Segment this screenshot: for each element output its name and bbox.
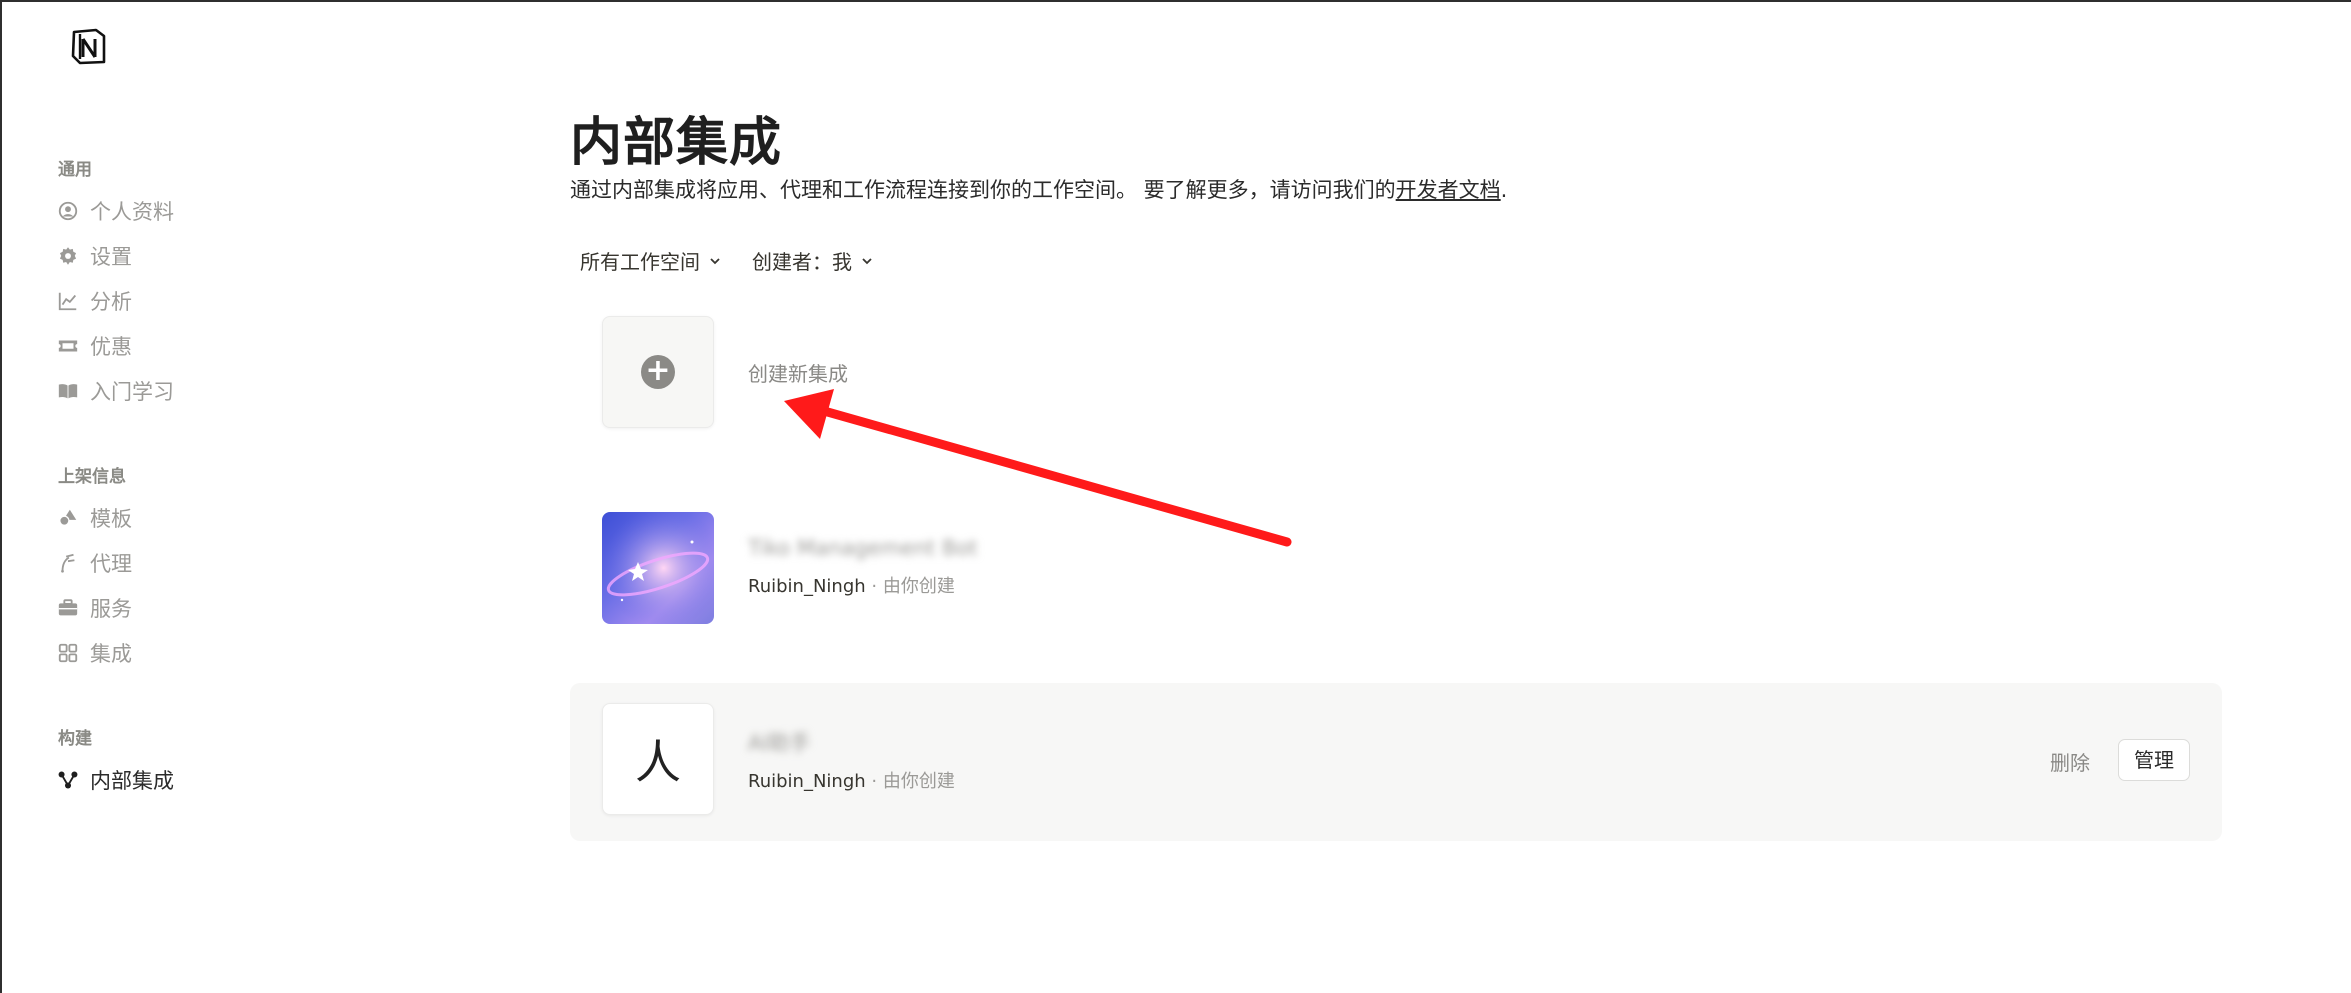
integration-name: AI助手 [748,731,811,755]
owner-name: Ruibin_Ningh [748,576,866,597]
sidebar-item-internal-integrations[interactable]: 内部集成 [56,757,356,802]
book-icon [56,379,80,403]
chart-line-icon [56,289,80,313]
settings-sidebar: 通用 个人资料 设置 分析 优惠 入门学习 上架信息 模板 代理 服务 集成 构… [56,152,356,802]
sidebar-item-label: 设置 [90,244,132,269]
delete-button[interactable]: 删除 [2050,747,2090,776]
integration-glyph: 人 [635,735,681,789]
manage-button[interactable]: 管理 [2118,739,2190,781]
integration-row[interactable]: Tiko Management Bot Ruibin_Ningh · 由你创建 [570,492,2222,650]
page-subtitle: 通过内部集成将应用、代理和工作流程连接到你的工作空间。 要了解更多，请访问我们的… [570,174,1507,204]
create-integration-label: 创建新集成 [748,361,848,386]
integration-name: Tiko Management Bot [748,536,978,560]
sidebar-item-label: 入门学习 [90,379,174,404]
page-title: 内部集成 [570,113,783,173]
subtitle-period: . [1500,178,1508,202]
developer-docs-link[interactable]: 开发者文档 [1396,178,1501,202]
workspace-filter-dropdown[interactable]: 所有工作空间 [580,246,722,275]
sidebar-item-label: 内部集成 [90,768,174,793]
sidebar-item-learning[interactable]: 入门学习 [56,368,356,413]
sidebar-item-integrations[interactable]: 集成 [56,630,356,675]
integration-moon-image [602,512,714,624]
integration-owner: Ruibin_Ningh · 由你创建 [748,767,955,793]
sidebar-item-templates[interactable]: 模板 [56,495,356,540]
created-by-you: · 由你创建 [865,576,955,597]
section-title-build: 构建 [58,729,92,749]
created-by-you: · 由你创建 [865,771,955,792]
sidebar-item-offers[interactable]: 优惠 [56,323,356,368]
create-integration-tile[interactable]: + [602,316,714,428]
chevron-down-icon [710,257,720,264]
sidebar-item-label: 个人资料 [90,199,174,224]
notion-logo-icon[interactable] [68,26,108,66]
sidebar-item-agents[interactable]: 代理 [56,540,356,585]
sidebar-item-analytics[interactable]: 分析 [56,278,356,323]
create-integration-button[interactable]: + 创建新集成 [602,316,848,428]
chevron-down-icon [862,257,872,264]
gear-icon [56,244,80,268]
grid-icon [56,641,80,665]
workspace-filter-label: 所有工作空间 [580,250,700,274]
section-title-general: 通用 [58,160,92,180]
owner-name: Ruibin_Ningh [748,771,866,792]
creator-filter-dropdown[interactable]: 创建者：我 [752,246,874,275]
sidebar-item-settings[interactable]: 设置 [56,233,356,278]
plus-circle-icon: + [641,355,675,389]
briefcase-icon [56,596,80,620]
sidebar-item-label: 代理 [90,551,132,576]
integration-row-hovered[interactable]: 人 AI助手 Ruibin_Ningh · 由你创建 删除 管理 [570,683,2222,841]
integration-icon-tile: 人 [602,703,714,815]
nodes-icon [56,768,80,792]
sidebar-item-label: 分析 [90,289,132,314]
creator-filter-label: 创建者：我 [752,250,852,274]
sidebar-item-label: 优惠 [90,334,132,359]
integration-owner: Ruibin_Ningh · 由你创建 [748,572,955,598]
ticket-icon [56,334,80,358]
sidebar-item-services[interactable]: 服务 [56,585,356,630]
sidebar-item-label: 模板 [90,506,132,531]
sidebar-item-profile[interactable]: 个人资料 [56,188,356,233]
section-title-listings: 上架信息 [58,467,126,487]
subtitle-text: 通过内部集成将应用、代理和工作流程连接到你的工作空间。 要了解更多，请访问我们的 [570,178,1396,202]
sidebar-item-label: 集成 [90,641,132,666]
filter-bar: 所有工作空间 创建者：我 [580,246,874,275]
sidebar-item-label: 服务 [90,596,132,621]
shapes-icon [56,506,80,530]
agent-icon [56,551,80,575]
user-circle-icon [56,199,80,223]
